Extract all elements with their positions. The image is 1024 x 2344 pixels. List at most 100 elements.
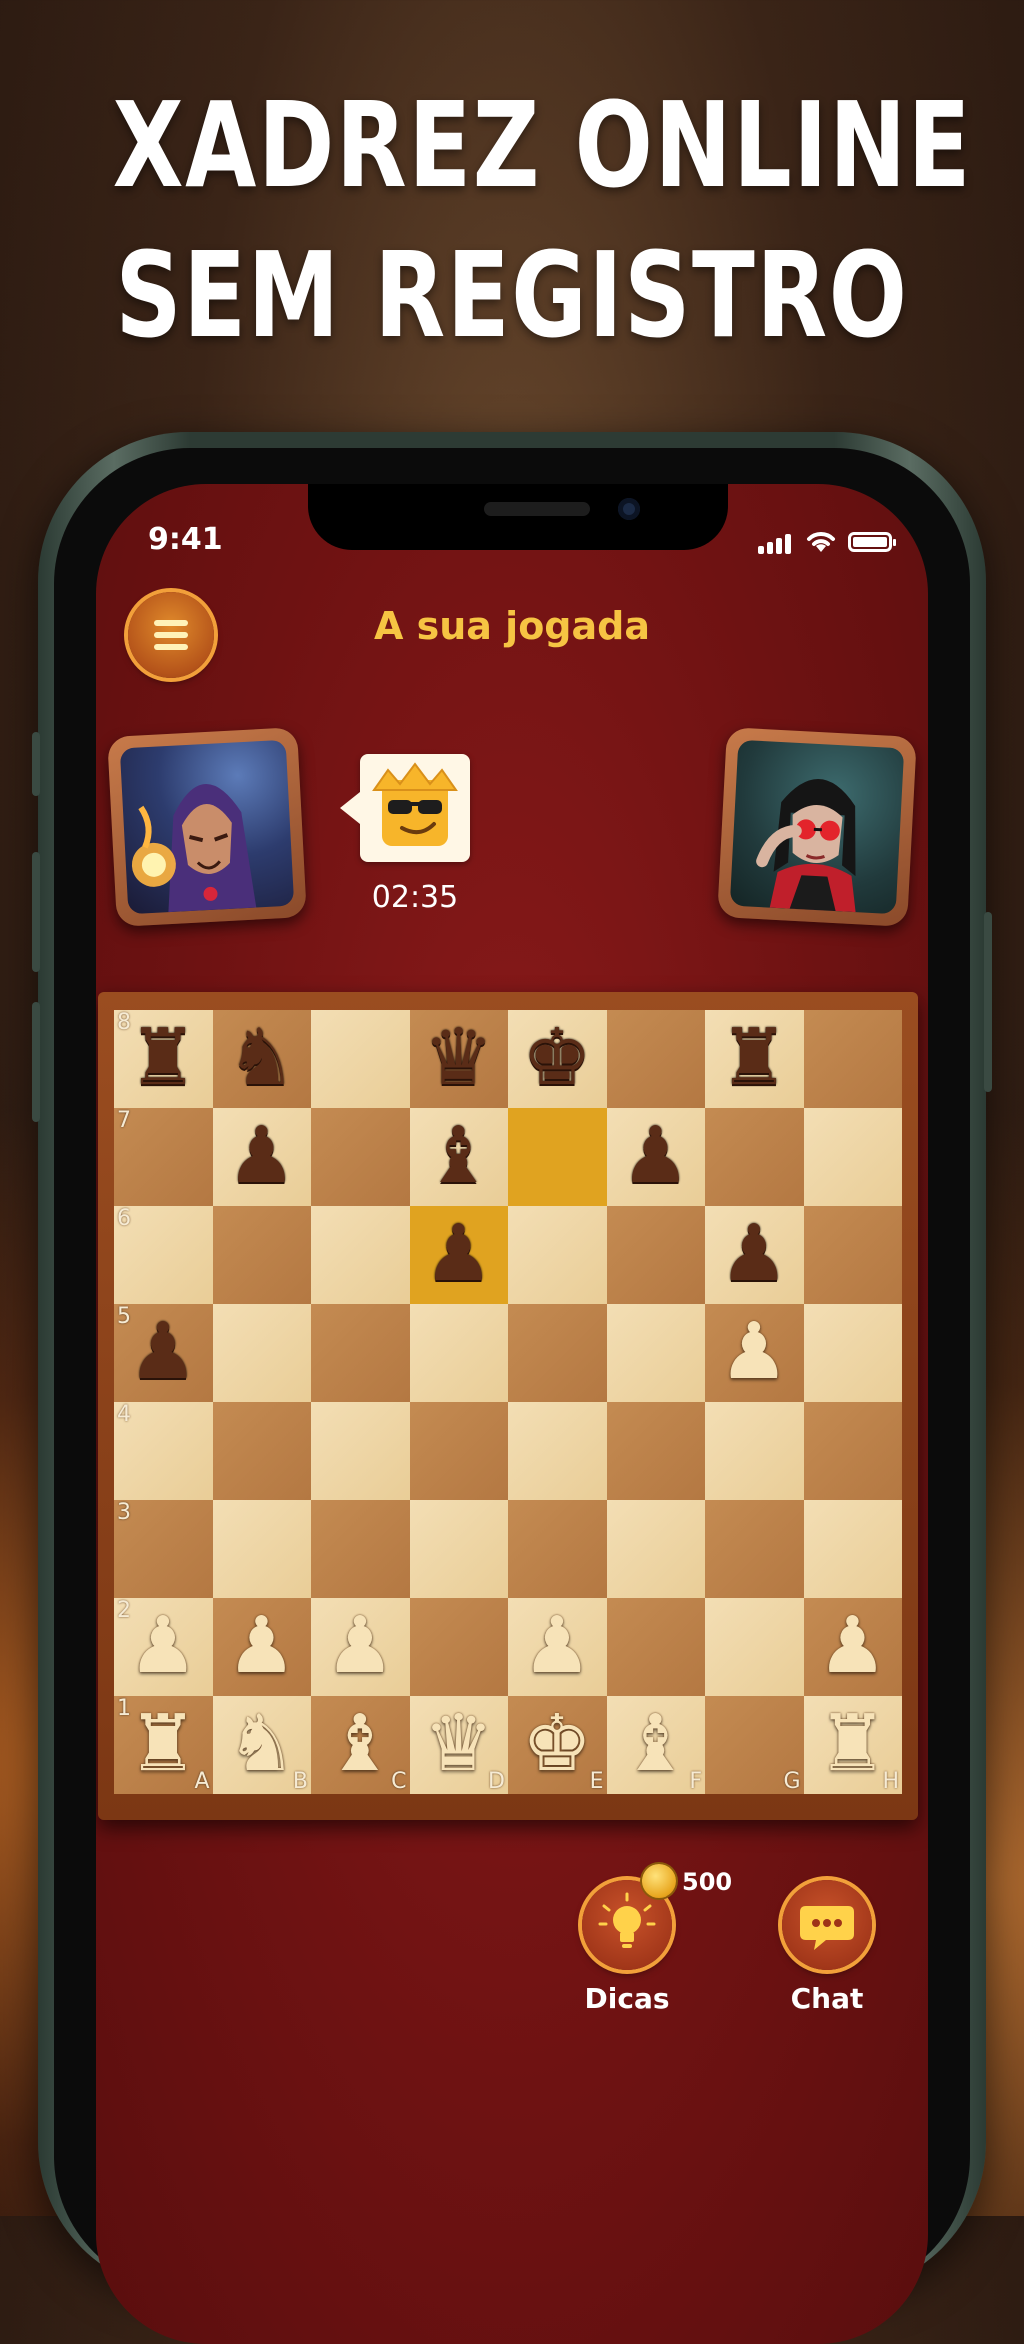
board-square-d8[interactable]: ♛	[409, 1010, 508, 1108]
white-pawn-piece[interactable]: ♟	[804, 1598, 902, 1696]
black-knight-piece[interactable]: ♞	[213, 1010, 311, 1108]
board-square-b8[interactable]: ♞	[212, 1010, 311, 1108]
board-square-d6[interactable]: ♟	[409, 1206, 508, 1304]
board-square-d4[interactable]	[409, 1402, 508, 1500]
board-square-g1[interactable]: G	[705, 1696, 804, 1794]
board-square-f6[interactable]	[606, 1206, 705, 1304]
board-square-h7[interactable]	[803, 1108, 902, 1206]
white-pawn-piece[interactable]: ♟	[213, 1598, 311, 1696]
board-square-e3[interactable]	[508, 1500, 607, 1598]
white-pawn-piece[interactable]: ♟	[114, 1598, 212, 1696]
board-square-g5[interactable]: ♟	[705, 1304, 804, 1402]
board-square-a4[interactable]: 4	[114, 1402, 213, 1500]
board-square-c5[interactable]	[311, 1304, 410, 1402]
board-square-h8[interactable]	[803, 1010, 902, 1108]
white-bishop-piece[interactable]: ♝	[607, 1696, 705, 1794]
board-square-h2[interactable]: ♟	[803, 1598, 902, 1696]
board-square-d7[interactable]: ♝	[409, 1108, 508, 1206]
board-square-g4[interactable]	[705, 1402, 804, 1500]
black-pawn-piece[interactable]: ♟	[114, 1304, 212, 1402]
black-pawn-piece[interactable]: ♟	[705, 1206, 803, 1304]
board-square-c1[interactable]: C ♝	[311, 1696, 410, 1794]
file-label: G	[783, 1769, 801, 1794]
board-square-f5[interactable]	[606, 1304, 705, 1402]
white-bishop-piece[interactable]: ♝	[311, 1696, 409, 1794]
board-square-h6[interactable]	[803, 1206, 902, 1304]
rank-label: 7	[117, 1108, 131, 1133]
board-square-c6[interactable]	[311, 1206, 410, 1304]
player-avatar[interactable]	[107, 727, 307, 927]
black-pawn-piece[interactable]: ♟	[213, 1108, 311, 1206]
board-square-a7[interactable]: 7	[114, 1108, 213, 1206]
board-square-a3[interactable]: 3	[114, 1500, 213, 1598]
board-square-h4[interactable]	[803, 1402, 902, 1500]
board-square-e8[interactable]: ♚	[508, 1010, 607, 1108]
white-knight-piece[interactable]: ♞	[213, 1696, 311, 1794]
white-king-piece[interactable]: ♚	[508, 1696, 606, 1794]
board-square-g2[interactable]	[705, 1598, 804, 1696]
board-square-e5[interactable]	[508, 1304, 607, 1402]
chat-label[interactable]: Chat	[757, 1982, 897, 2015]
black-rook-piece[interactable]: ♜	[705, 1010, 803, 1108]
board-square-b6[interactable]	[212, 1206, 311, 1304]
board-square-h3[interactable]	[803, 1500, 902, 1598]
chess-board[interactable]: 8 ♜ ♞ ♛ ♚ ♜ 7 ♟ ♝ ♟ 6 ♟ ♟ 5 ♟ ♟ 4 3 2 ♟ ♟ ♟ ♟ ♟ 1 A ♜ B ♞ C ♝ D ♛ E ♚ F ♝ G H ♜	[114, 1010, 902, 1794]
board-square-f4[interactable]	[606, 1402, 705, 1500]
board-square-d3[interactable]	[409, 1500, 508, 1598]
board-square-a1[interactable]: 1 A ♜	[114, 1696, 213, 1794]
board-square-f3[interactable]	[606, 1500, 705, 1598]
white-pawn-piece[interactable]: ♟	[705, 1304, 803, 1402]
red-glasses-man-avatar	[756, 779, 856, 913]
board-square-g7[interactable]	[705, 1108, 804, 1206]
board-square-e4[interactable]	[508, 1402, 607, 1500]
board-square-g8[interactable]: ♜	[705, 1010, 804, 1108]
board-square-g3[interactable]	[705, 1500, 804, 1598]
chat-button[interactable]	[782, 1880, 872, 1970]
board-square-f1[interactable]: F ♝	[606, 1696, 705, 1794]
board-square-b5[interactable]	[212, 1304, 311, 1402]
board-square-b2[interactable]: ♟	[212, 1598, 311, 1696]
board-square-f7[interactable]: ♟	[606, 1108, 705, 1206]
board-square-f8[interactable]	[606, 1010, 705, 1108]
hints-label[interactable]: Dicas	[557, 1982, 697, 2015]
black-king-piece[interactable]: ♚	[508, 1010, 606, 1108]
board-square-a6[interactable]: 6	[114, 1206, 213, 1304]
black-pawn-piece[interactable]: ♟	[607, 1108, 705, 1206]
board-square-b7[interactable]: ♟	[212, 1108, 311, 1206]
board-square-e2[interactable]: ♟	[508, 1598, 607, 1696]
board-square-e7[interactable]	[508, 1108, 607, 1206]
white-pawn-piece[interactable]: ♟	[311, 1598, 409, 1696]
board-square-g6[interactable]: ♟	[705, 1206, 804, 1304]
white-rook-piece[interactable]: ♜	[114, 1696, 212, 1794]
board-square-b3[interactable]	[212, 1500, 311, 1598]
board-square-b1[interactable]: B ♞	[212, 1696, 311, 1794]
board-square-b4[interactable]	[212, 1402, 311, 1500]
board-square-e6[interactable]	[508, 1206, 607, 1304]
move-timer: 02:35	[371, 880, 459, 915]
emoji-bubble[interactable]	[340, 754, 470, 862]
board-square-d1[interactable]: D ♛	[409, 1696, 508, 1794]
white-rook-piece[interactable]: ♜	[804, 1696, 902, 1794]
board-square-a5[interactable]: 5 ♟	[114, 1304, 213, 1402]
board-square-f2[interactable]	[606, 1598, 705, 1696]
black-pawn-piece[interactable]: ♟	[410, 1206, 508, 1304]
board-square-c2[interactable]: ♟	[311, 1598, 410, 1696]
white-pawn-piece[interactable]: ♟	[508, 1598, 606, 1696]
black-queen-piece[interactable]: ♛	[410, 1010, 508, 1108]
white-queen-piece[interactable]: ♛	[410, 1696, 508, 1794]
board-square-a2[interactable]: 2 ♟	[114, 1598, 213, 1696]
board-square-a8[interactable]: 8 ♜	[114, 1010, 213, 1108]
board-square-c8[interactable]	[311, 1010, 410, 1108]
opponent-avatar[interactable]	[717, 727, 917, 927]
board-square-e1[interactable]: E ♚	[508, 1696, 607, 1794]
board-square-h5[interactable]	[803, 1304, 902, 1402]
black-rook-piece[interactable]: ♜	[114, 1010, 212, 1108]
phone-frame: 9:41 A sua jogada 02:35 8 ♜ ♞ ♛ ♚ ♜ 7 ♟ …	[32, 432, 992, 2344]
black-bishop-piece[interactable]: ♝	[410, 1108, 508, 1206]
board-square-c4[interactable]	[311, 1402, 410, 1500]
board-square-c3[interactable]	[311, 1500, 410, 1598]
board-square-d5[interactable]	[409, 1304, 508, 1402]
board-square-d2[interactable]	[409, 1598, 508, 1696]
board-square-c7[interactable]	[311, 1108, 410, 1206]
board-square-h1[interactable]: H ♜	[803, 1696, 902, 1794]
